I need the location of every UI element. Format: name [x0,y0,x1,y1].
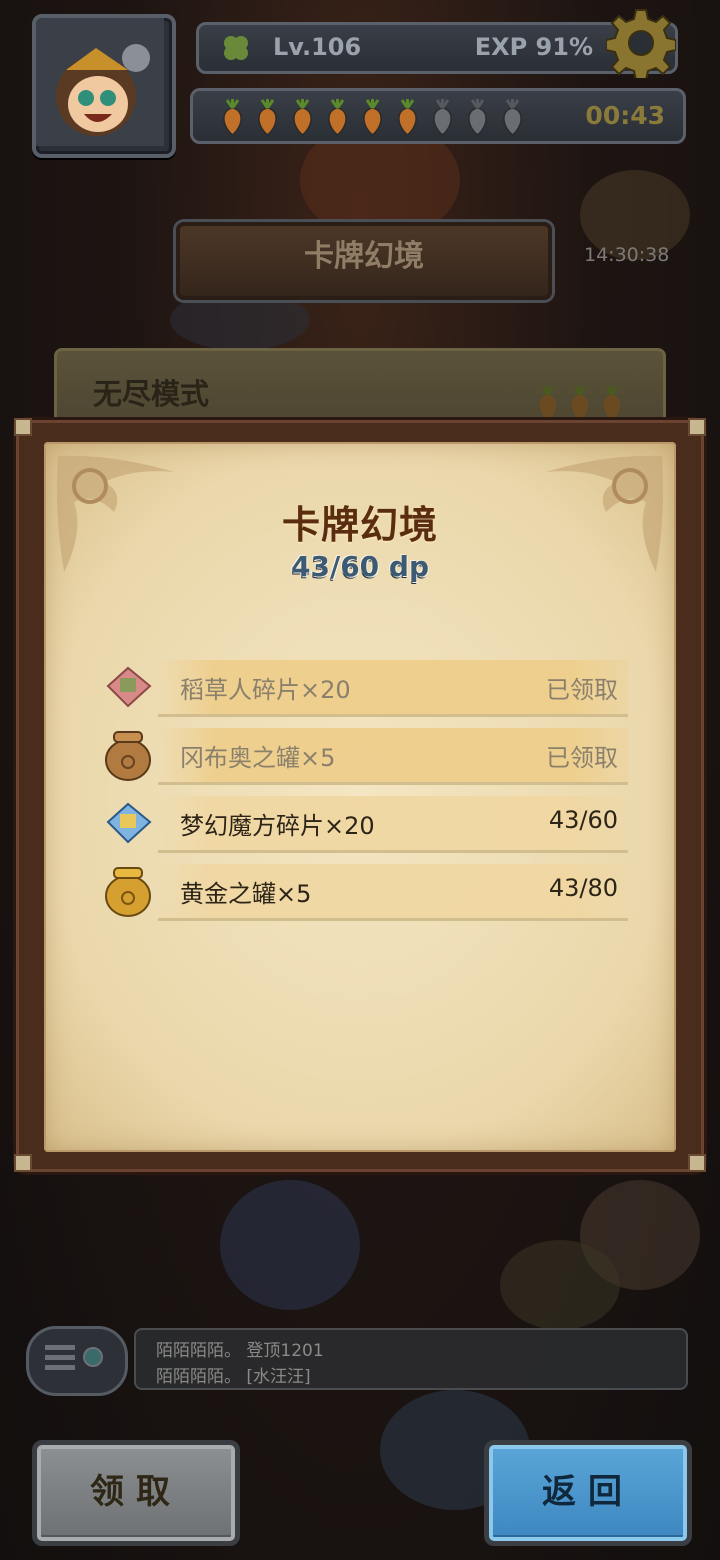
carrot-icon [571,386,589,421]
chat-button[interactable] [26,1326,128,1396]
settings-gear-icon[interactable] [606,8,676,78]
reward-row-3: 梦幻魔方碎片×20 43/60 [96,792,628,854]
reward-label: 冈布奥之罐×5 [180,744,336,772]
carrot-empty-icon [468,99,487,136]
player-level: Lv.106 [273,33,362,61]
frame-corner [688,1154,706,1172]
carrot-full-icon [293,99,312,136]
reward-status: 43/60 [548,806,618,834]
reward-status: 43/80 [548,874,618,902]
modal-progress: 43/60 dp [291,550,429,583]
clover-icon [224,36,248,60]
reward-label: 梦幻魔方碎片×20 [180,812,375,840]
claim-button[interactable]: 领取 [32,1440,240,1546]
chat-icon [45,1345,103,1370]
page-title: 卡牌幻境 [304,239,424,274]
carrot-full-icon [328,99,347,136]
frame-corner [14,1154,32,1172]
reward-status: 已领取 [546,676,618,704]
frame-corner [688,418,706,436]
bronze-jar-icon [105,731,151,781]
modal-title: 卡牌幻境 [281,503,438,547]
cube-puzzle-icon [106,802,152,844]
player-avatar[interactable] [32,14,176,158]
reward-row-1: 稻草人碎片×20 已领取 [96,656,628,718]
stamina-carrots [217,97,528,137]
carrot-full-icon [363,99,382,136]
carrot-empty-icon [433,99,452,136]
endless-mode-cost [533,385,627,423]
carrot-empty-icon [503,99,522,136]
carrot-full-icon [398,99,417,136]
frame-corner [14,418,32,436]
reward-row-2: 冈布奥之罐×5 已领取 [96,724,628,786]
back-button[interactable]: 返回 [484,1440,692,1546]
exp-percentage: EXP 91% [474,33,593,61]
scarecrow-puzzle-icon [106,666,152,708]
reward-status: 已领取 [546,744,618,772]
chat-line: 陌陌陌陌。 登顶1201 [156,1341,324,1361]
endless-mode-title: 无尽模式 [93,377,210,411]
carrot-full-icon [223,99,242,136]
chat-line: 陌陌陌陌。 [水汪汪] [156,1367,311,1387]
reward-label: 黄金之罐×5 [180,880,312,908]
stamina-timer: 00:43 [585,101,665,130]
carrot-full-icon [258,99,277,136]
gold-jar-icon [105,867,151,917]
page-title-plank: 卡牌幻境 [176,222,552,300]
stamina-bar: 00:43 [190,88,686,144]
carrot-icon [603,386,621,421]
carrot-icon [539,386,557,421]
event-clock: 14:30:38 [584,244,670,266]
avatar-portrait-icon [36,18,164,146]
reward-row-4: 黄金之罐×5 43/80 [96,860,628,922]
reward-label: 稻草人碎片×20 [180,676,351,704]
chat-preview[interactable]: 陌陌陌陌。 登顶1201 陌陌陌陌。 [水汪汪] [134,1328,688,1390]
